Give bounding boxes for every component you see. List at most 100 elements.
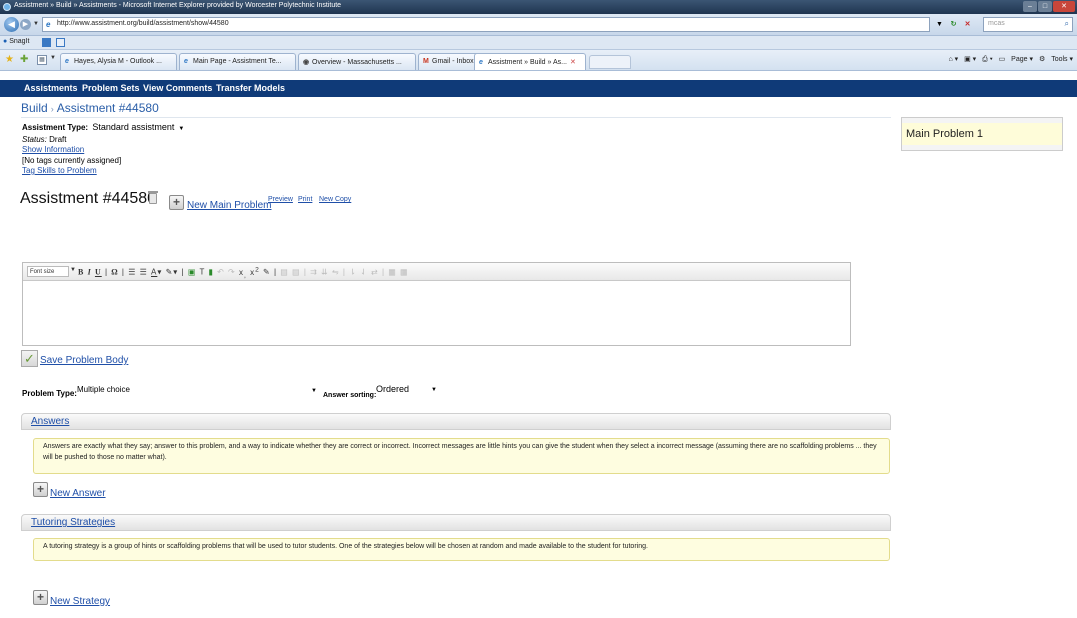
problem-list-item[interactable]: Main Problem 1	[901, 123, 1063, 145]
nav-transfer-models[interactable]: Transfer Models	[216, 83, 285, 93]
home-icon[interactable]: ⌂ ▾	[948, 56, 958, 63]
text-color-icon[interactable]: A▾	[151, 268, 162, 277]
assistment-type-value: Standard assistment	[92, 122, 175, 132]
back-button[interactable]: ◀	[4, 17, 19, 32]
bold-icon[interactable]: B	[78, 268, 84, 277]
show-information-link[interactable]: Show Information	[22, 145, 84, 154]
new-main-problem-link[interactable]: New Main Problem	[187, 200, 271, 211]
new-copy-link[interactable]: New Copy	[319, 196, 351, 203]
print-icon[interactable]: ⎙ ▾	[982, 56, 993, 63]
close-tab-icon[interactable]: ✕	[570, 59, 576, 66]
assistment-title: Assistment #44580	[20, 190, 157, 207]
redo-icon[interactable]: ↷	[228, 268, 236, 277]
favorites-star-icon[interactable]: ★	[5, 54, 14, 65]
refresh-icon[interactable]: ↻	[947, 17, 960, 32]
feeds-icon[interactable]: ▣ ▾	[964, 56, 976, 63]
save-problem-body-link[interactable]: Save Problem Body	[40, 355, 128, 366]
undo-icon[interactable]: ↶	[217, 268, 225, 277]
add-favorite-icon[interactable]: ✚	[20, 54, 28, 65]
underline-icon[interactable]: U	[95, 268, 102, 277]
add-icon[interactable]: +	[169, 195, 184, 210]
breadcrumb-separator-icon: ›	[50, 104, 54, 114]
subscript-icon[interactable]: x,	[239, 268, 247, 280]
text-icon[interactable]: T	[199, 268, 205, 277]
tab-label: Main Page - Assistment Te...	[193, 58, 282, 65]
edit-icon[interactable]: ✎	[263, 268, 271, 277]
numbered-list-icon[interactable]: ☰	[140, 268, 148, 277]
gmail-icon: M	[423, 58, 429, 65]
tutoring-strategies-link[interactable]: Tutoring Strategies	[31, 517, 115, 528]
nav-view-comments[interactable]: View Comments	[143, 83, 212, 93]
font-size-label: Font size	[30, 269, 55, 275]
url-dropdown-icon[interactable]: ▼	[933, 17, 946, 32]
breadcrumb-divider	[21, 117, 891, 118]
assistment-meta: Assistment Type: Standard assistment ▼ St…	[22, 122, 184, 177]
tab-label: Overview - Massachusetts ...	[312, 59, 402, 66]
overview-icon: ◉	[303, 59, 310, 66]
nav-problem-sets[interactable]: Problem Sets	[82, 83, 140, 93]
bullet-list-icon[interactable]: ☰	[128, 268, 136, 277]
maximize-button[interactable]: □	[1038, 1, 1052, 12]
search-text: mcas	[988, 20, 1005, 27]
highlight-icon[interactable]: ✎▾	[166, 268, 179, 277]
answers-link[interactable]: Answers	[31, 416, 69, 427]
close-window-button[interactable]: ✕	[1053, 1, 1075, 12]
table-icon[interactable]: ▮	[208, 268, 213, 277]
print-link[interactable]: Print	[298, 196, 312, 203]
italic-icon[interactable]: I	[88, 268, 92, 277]
editor-body[interactable]	[23, 281, 850, 345]
superscript-icon[interactable]: x2	[250, 266, 260, 277]
checkmark-icon[interactable]: ✓	[21, 350, 38, 367]
search-input[interactable]: mcas ⌕	[983, 17, 1073, 32]
add-icon[interactable]: +	[33, 590, 48, 605]
answers-header: Answers	[21, 413, 891, 430]
tab-assistment-build[interactable]: e Assistment » Build » As... ✕	[474, 53, 586, 70]
search-icon[interactable]: ⌕	[1065, 19, 1069, 29]
new-strategy-link[interactable]: New Strategy	[50, 596, 110, 607]
stop-icon[interactable]: ✕	[961, 17, 974, 32]
minimize-button[interactable]: –	[1023, 1, 1037, 12]
history-dropdown-icon[interactable]: ▼	[33, 21, 39, 27]
tab-outlook[interactable]: e Hayes, Alysia M - Outlook ...	[60, 53, 177, 70]
quick-tabs-icon[interactable]: ▦	[37, 55, 47, 65]
snagit-capture-icon[interactable]	[42, 38, 51, 47]
tools-menu[interactable]: ⚙ Tools ▾	[1039, 56, 1073, 63]
tutoring-help: A tutoring strategy is a group of hints …	[33, 538, 890, 561]
nav-assistments[interactable]: Assistments	[24, 83, 78, 93]
page-menu[interactable]: ▭ Page ▾	[999, 56, 1033, 63]
formatting-tools[interactable]: B I U | Ω | ☰ ☰ A▾ ✎▾ | ▣ T ▮ ↶ ↷ x, x2 …	[78, 266, 409, 279]
tutoring-strategies-header: Tutoring Strategies	[21, 514, 891, 531]
status-label: Status:	[22, 134, 47, 144]
trash-icon[interactable]	[148, 191, 158, 204]
tab-label: Assistment » Build » As...	[488, 59, 567, 66]
font-size-select[interactable]: Font size	[27, 266, 69, 277]
answer-sorting-select[interactable]: Ordered ▼	[376, 384, 440, 397]
tag-skills-link[interactable]: Tag Skills to Problem	[22, 166, 97, 175]
snagit-toolbar: ● SnagIt	[0, 36, 1077, 50]
add-icon[interactable]: +	[33, 482, 48, 497]
snagit-button[interactable]: ● SnagIt	[3, 38, 29, 45]
tab-overview[interactable]: ◉ Overview - Massachusetts ...	[298, 53, 416, 70]
problem-list-bottom	[901, 145, 1063, 151]
ie-icon: e	[184, 58, 188, 65]
tab-list-dropdown-icon[interactable]: ▼	[50, 55, 56, 61]
editor-toolbar: Font size ▼ B I U | Ω | ☰ ☰ A▾ ✎▾ | ▣ T …	[23, 263, 850, 281]
url-tools: ▼ ↻ ✕	[933, 17, 983, 32]
chevron-down-icon: ▼	[70, 267, 76, 273]
status-value: Draft	[49, 134, 67, 144]
breadcrumb-current: Assistment #44580	[56, 101, 159, 115]
tab-main-page[interactable]: e Main Page - Assistment Te...	[179, 53, 296, 70]
assistment-type-select[interactable]: Standard assistment ▼	[92, 122, 184, 135]
window-controls: – □ ✕	[1023, 1, 1075, 12]
breadcrumb-build[interactable]: Build	[21, 101, 48, 115]
preview-link[interactable]: Preview	[268, 196, 293, 203]
omega-icon[interactable]: Ω	[111, 268, 118, 277]
problem-type-select[interactable]: Multiple choice ▼	[77, 385, 320, 398]
image-icon[interactable]: ▣	[188, 268, 197, 277]
snagit-window-icon[interactable]	[56, 38, 65, 47]
answer-sorting-label: Answer sorting:	[323, 392, 377, 399]
new-answer-link[interactable]: New Answer	[50, 488, 106, 499]
url-field[interactable]: e http://www.assistment.org/build/assist…	[42, 17, 930, 32]
forward-button[interactable]: ▶	[20, 19, 31, 30]
new-tab-button[interactable]	[589, 55, 631, 69]
